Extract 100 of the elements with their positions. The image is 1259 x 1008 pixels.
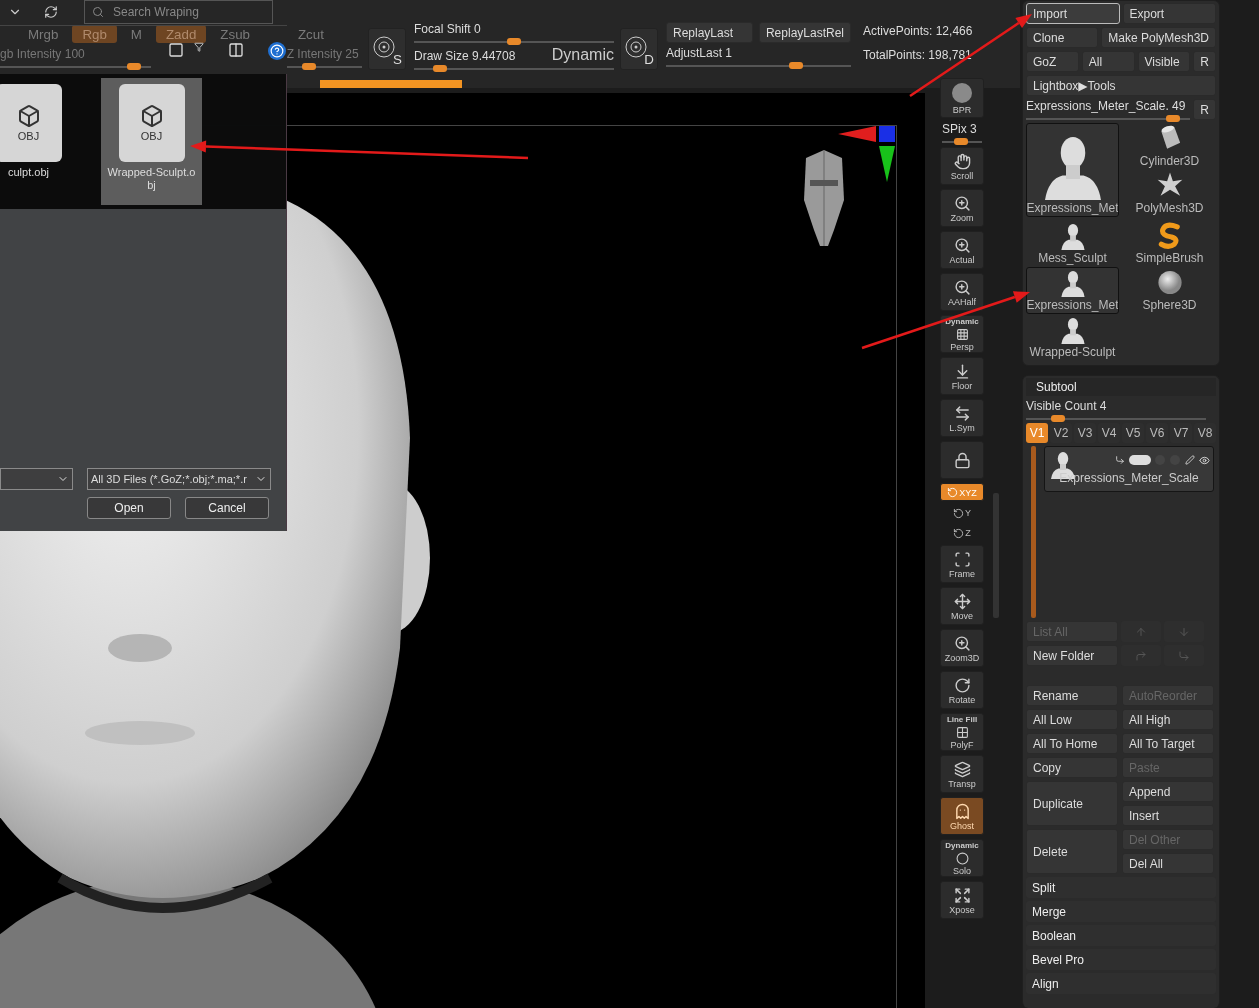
arrow-icon xyxy=(1178,649,1190,662)
file-name: culpt.obj xyxy=(7,166,50,179)
section-header[interactable]: Merge xyxy=(1026,901,1216,922)
panel-button[interactable]: All xyxy=(1081,51,1135,72)
arrow-icon xyxy=(1135,649,1147,662)
tool-thumbnail[interactable]: Expressions_Met xyxy=(1026,123,1119,217)
rotate-icon xyxy=(953,507,964,519)
panel-button[interactable]: R xyxy=(1193,51,1216,72)
slider-handle[interactable] xyxy=(1050,415,1065,422)
reset-button[interactable]: R xyxy=(1193,99,1216,120)
magnifier-icon xyxy=(953,278,971,296)
subtool-button[interactable]: Insert xyxy=(1122,805,1214,826)
panel-button[interactable]: Lightbox▶Tools xyxy=(1026,75,1216,96)
subtool-button[interactable]: Del All xyxy=(1122,853,1214,874)
panel-button[interactable]: Export xyxy=(1122,3,1216,24)
point-count: TotalPoints: 198,781 xyxy=(863,48,973,62)
slider-handle[interactable] xyxy=(953,138,968,145)
tool-button[interactable]: Transp xyxy=(940,755,984,793)
subtool-button[interactable]: All Low xyxy=(1026,709,1118,730)
help-icon xyxy=(270,44,284,58)
circle-icon xyxy=(953,852,971,865)
tool-button[interactable]: Line Fill PolyF xyxy=(940,713,984,751)
tool-button[interactable]: Zoom xyxy=(940,189,984,227)
magnifier-icon xyxy=(953,634,971,652)
slider-handle[interactable] xyxy=(302,63,316,70)
slider-handle[interactable] xyxy=(432,65,447,72)
tool-button[interactable]: Move xyxy=(940,587,984,625)
dialog-button[interactable]: Open xyxy=(87,497,171,519)
subtool-button[interactable]: Rename xyxy=(1026,685,1118,706)
slider-handle[interactable] xyxy=(1165,115,1180,122)
file-item[interactable]: OBJ Wrapped-Sculpt.obj xyxy=(101,78,202,205)
panel-button[interactable]: Clone xyxy=(1026,27,1099,48)
tool-button[interactable]: L.Sym xyxy=(940,399,984,437)
slider-handle[interactable] xyxy=(507,38,521,45)
subtool-button[interactable]: Copy xyxy=(1026,757,1118,778)
sphere-icon xyxy=(949,82,975,104)
slider-handle[interactable] xyxy=(789,62,804,69)
tool-button[interactable]: AAHalf xyxy=(940,273,984,311)
mode-toggle[interactable]: Zcut xyxy=(287,25,334,43)
mode-toggle[interactable]: Mrgb xyxy=(18,25,69,43)
subtool-button[interactable]: Duplicate xyxy=(1026,781,1118,826)
new-folder-button[interactable]: New Folder xyxy=(1026,645,1118,666)
tool-button[interactable]: Frame xyxy=(940,545,984,583)
tool-button[interactable] xyxy=(940,441,984,479)
slider-handle[interactable] xyxy=(127,63,142,70)
tool-button[interactable]: Scroll xyxy=(940,147,984,185)
view-icon xyxy=(168,42,184,58)
section-header[interactable]: Align xyxy=(1026,973,1216,994)
subtool-button[interactable]: All High xyxy=(1122,709,1214,730)
tool-button[interactable]: BPR xyxy=(940,78,984,118)
tool-button[interactable]: Zoom3D xyxy=(940,629,984,667)
tool-thumbnail[interactable]: Expressions_Met xyxy=(1026,267,1119,314)
dynamic-label: Dynamic xyxy=(551,46,614,64)
tool-thumbnail[interactable]: Sphere3D xyxy=(1123,267,1216,314)
section-header[interactable]: Split xyxy=(1026,877,1216,898)
ghost-icon xyxy=(953,802,971,820)
panel-button[interactable]: GoZ xyxy=(1026,51,1079,72)
target-icon xyxy=(372,35,396,59)
tool-button[interactable]: Z xyxy=(953,525,971,541)
rotate-icon xyxy=(953,527,965,539)
search-field[interactable]: Search Wraping xyxy=(84,0,273,24)
file-item[interactable]: OBJ culpt.obj xyxy=(0,78,79,205)
file-name-dropdown[interactable] xyxy=(0,468,73,490)
tool-thumbnail[interactable]: Wrapped-Sculpt xyxy=(1026,314,1119,361)
tool-button[interactable]: Floor xyxy=(940,357,984,395)
slider-label: Expressions_Meter_Scale. 49 xyxy=(1026,99,1186,114)
brush-button[interactable]: D xyxy=(620,28,658,70)
tool-button[interactable]: Actual xyxy=(940,231,984,269)
panel-button[interactable]: Make PolyMesh3D xyxy=(1101,27,1216,48)
dialog-button[interactable]: Cancel xyxy=(185,497,269,519)
section-header[interactable]: Bevel Pro xyxy=(1026,949,1216,970)
subtool-button[interactable]: All To Target xyxy=(1122,733,1214,754)
panel-title: Subtool xyxy=(1026,378,1216,396)
section-header[interactable]: Boolean xyxy=(1026,925,1216,946)
replay-button[interactable]: ReplayLastRel xyxy=(758,22,851,43)
refresh-icon xyxy=(44,4,58,19)
panel-button[interactable]: Visible xyxy=(1137,51,1191,72)
tool-button[interactable]: Xpose xyxy=(940,881,984,919)
frame-icon xyxy=(953,550,971,568)
file-icon: OBJ xyxy=(0,84,62,162)
tool-thumbnail[interactable]: Cylinder3D xyxy=(1123,123,1216,170)
tool-thumbnail[interactable]: SimpleBrush xyxy=(1123,220,1216,267)
slider-label: gb Intensity 100 xyxy=(0,47,85,62)
tool-button[interactable]: Ghost xyxy=(940,797,984,835)
slider-label: Visible Count 4 xyxy=(1026,399,1107,414)
file-type-dropdown[interactable]: All 3D Files (*.GoZ;*.obj;*.ma;*.r xyxy=(87,468,271,490)
brush-button[interactable]: S xyxy=(368,28,406,70)
tool-thumbnail[interactable]: Mess_Sculpt xyxy=(1026,220,1119,267)
subtool-button[interactable]: Append xyxy=(1122,781,1214,802)
tool-thumbnail[interactable]: PolyMesh3D xyxy=(1123,170,1216,217)
point-count: ActivePoints: 12,466 xyxy=(863,24,973,38)
mode-toggle[interactable]: Zsub xyxy=(210,25,260,43)
mode-toggle[interactable]: M xyxy=(120,25,152,43)
subtool-button[interactable]: Delete xyxy=(1026,829,1118,874)
panel-button[interactable]: Import xyxy=(1026,3,1120,24)
tool-button[interactable]: Y xyxy=(953,505,971,521)
tool-button[interactable]: Dynamic Solo xyxy=(940,839,984,877)
replay-button[interactable]: ReplayLast xyxy=(666,22,753,43)
tool-button[interactable]: Rotate xyxy=(940,671,984,709)
subtool-button[interactable]: All To Home xyxy=(1026,733,1118,754)
